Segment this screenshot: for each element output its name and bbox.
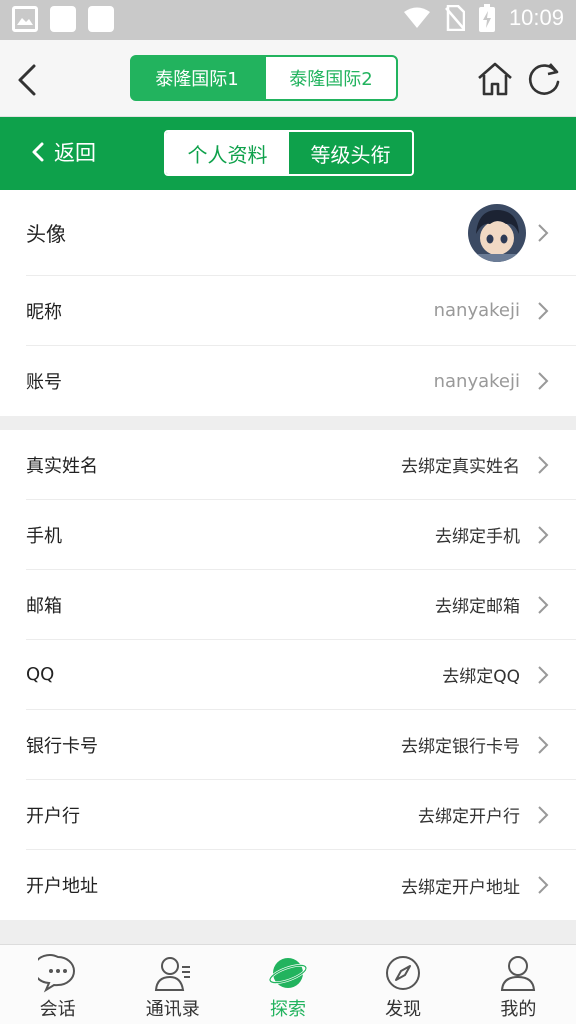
back-arrow-icon[interactable] xyxy=(10,60,46,100)
avatar-row[interactable]: 头像 xyxy=(26,190,576,276)
list-item-value: 去绑定开户行 xyxy=(418,807,520,827)
compass-icon xyxy=(386,956,421,990)
profile-group: 头像 昵称 nanyakeji 账号 nanyakeji xyxy=(0,190,576,416)
list-item-label: 开户地址 xyxy=(26,876,98,897)
list-item-value: 去绑定QQ xyxy=(442,667,520,687)
list-item-value: 去绑定银行卡号 xyxy=(401,737,520,757)
chevron-right-icon xyxy=(538,456,549,474)
status-time: 10:09 xyxy=(508,5,564,30)
bank-address-row[interactable]: 开户地址 去绑定开户地址 xyxy=(26,850,576,920)
account-row[interactable]: 账号 nanyakeji xyxy=(26,346,576,416)
segment-level-title[interactable]: 等级头衔 xyxy=(289,132,412,174)
list-item-value: 去绑定手机 xyxy=(435,527,520,547)
list-item-label: 真实姓名 xyxy=(26,455,98,477)
list-item-label: QQ xyxy=(26,664,55,685)
list-item-label: 手机 xyxy=(26,525,62,547)
tab-chat[interactable]: 会话 xyxy=(0,945,115,1024)
notification-icon xyxy=(88,6,114,32)
chevron-right-icon xyxy=(538,302,549,320)
person-icon xyxy=(501,956,536,991)
nickname-label: 昵称 xyxy=(26,301,62,323)
tab-contacts[interactable]: 通讯录 xyxy=(115,945,230,1024)
bindings-group: 真实姓名 去绑定真实姓名 手机 去绑定手机 邮箱 去绑定邮箱 QQ 去绑定QQ … xyxy=(0,430,576,920)
chevron-right-icon xyxy=(538,526,549,544)
site-tabs: 泰隆国际1 泰隆国际2 xyxy=(130,55,398,101)
chevron-right-icon xyxy=(538,806,549,824)
page-header: 返回 个人资料 等级头衔 xyxy=(0,117,576,190)
account-label: 账号 xyxy=(26,372,62,393)
chevron-right-icon xyxy=(538,736,549,754)
chevron-right-icon xyxy=(538,372,549,390)
chevron-right-icon xyxy=(538,666,549,684)
wifi-icon xyxy=(403,7,430,28)
tab-label: 探索 xyxy=(269,999,306,1020)
list-item-label: 邮箱 xyxy=(26,595,62,617)
tab-site-2[interactable]: 泰隆国际2 xyxy=(264,55,398,101)
tab-explore[interactable]: 探索 xyxy=(230,945,345,1024)
nickname-value: nanyakeji xyxy=(433,300,520,321)
qq-row[interactable]: QQ 去绑定QQ xyxy=(26,640,576,710)
nickname-row[interactable]: 昵称 nanyakeji xyxy=(26,276,576,346)
bottom-tab-bar: 会话 通讯录 探索 发现 我的 xyxy=(0,944,576,1024)
list-item-value: 去绑定邮箱 xyxy=(435,597,520,617)
home-icon[interactable] xyxy=(476,60,514,98)
list-item-value: 去绑定开户地址 xyxy=(401,877,520,898)
status-bar: 10:09 xyxy=(0,0,576,40)
tab-label: 通讯录 xyxy=(145,999,200,1020)
list-item-label: 开户行 xyxy=(26,805,80,827)
avatar xyxy=(468,204,526,262)
tab-me[interactable]: 我的 xyxy=(461,945,576,1024)
chevron-right-icon xyxy=(538,876,549,894)
tab-label: 会话 xyxy=(39,999,76,1020)
contacts-icon xyxy=(154,957,190,991)
chevron-right-icon xyxy=(538,596,549,614)
chat-bubble-icon xyxy=(37,954,75,993)
profile-segmented-control: 个人资料 等级头衔 xyxy=(164,130,414,176)
account-value: nanyakeji xyxy=(433,370,520,392)
list-item-value: 去绑定真实姓名 xyxy=(401,457,520,477)
avatar-label: 头像 xyxy=(26,222,66,246)
real-name-row[interactable]: 真实姓名 去绑定真实姓名 xyxy=(26,430,576,500)
no-sim-icon xyxy=(444,5,465,31)
list-item-label: 银行卡号 xyxy=(26,735,98,757)
battery-charging-icon xyxy=(478,4,495,32)
planet-icon xyxy=(268,958,308,988)
browser-nav-bar: 泰隆国际1 泰隆国际2 xyxy=(0,40,576,117)
phone-row[interactable]: 手机 去绑定手机 xyxy=(26,500,576,570)
chevron-right-icon xyxy=(538,224,549,242)
bank-branch-row[interactable]: 开户行 去绑定开户行 xyxy=(26,780,576,850)
notification-icon xyxy=(50,6,76,32)
tab-label: 发现 xyxy=(385,999,422,1020)
refresh-icon[interactable] xyxy=(526,60,562,98)
image-notification-icon xyxy=(12,6,38,32)
bank-card-row[interactable]: 银行卡号 去绑定银行卡号 xyxy=(26,710,576,780)
back-label: 返回 xyxy=(54,141,96,165)
back-button[interactable]: 返回 xyxy=(30,137,96,167)
segment-personal-info[interactable]: 个人资料 xyxy=(166,132,289,174)
tab-discover[interactable]: 发现 xyxy=(346,945,461,1024)
chevron-left-icon xyxy=(32,142,44,162)
tab-label: 我的 xyxy=(500,999,537,1020)
email-row[interactable]: 邮箱 去绑定邮箱 xyxy=(26,570,576,640)
tab-site-1[interactable]: 泰隆国际1 xyxy=(130,55,264,101)
